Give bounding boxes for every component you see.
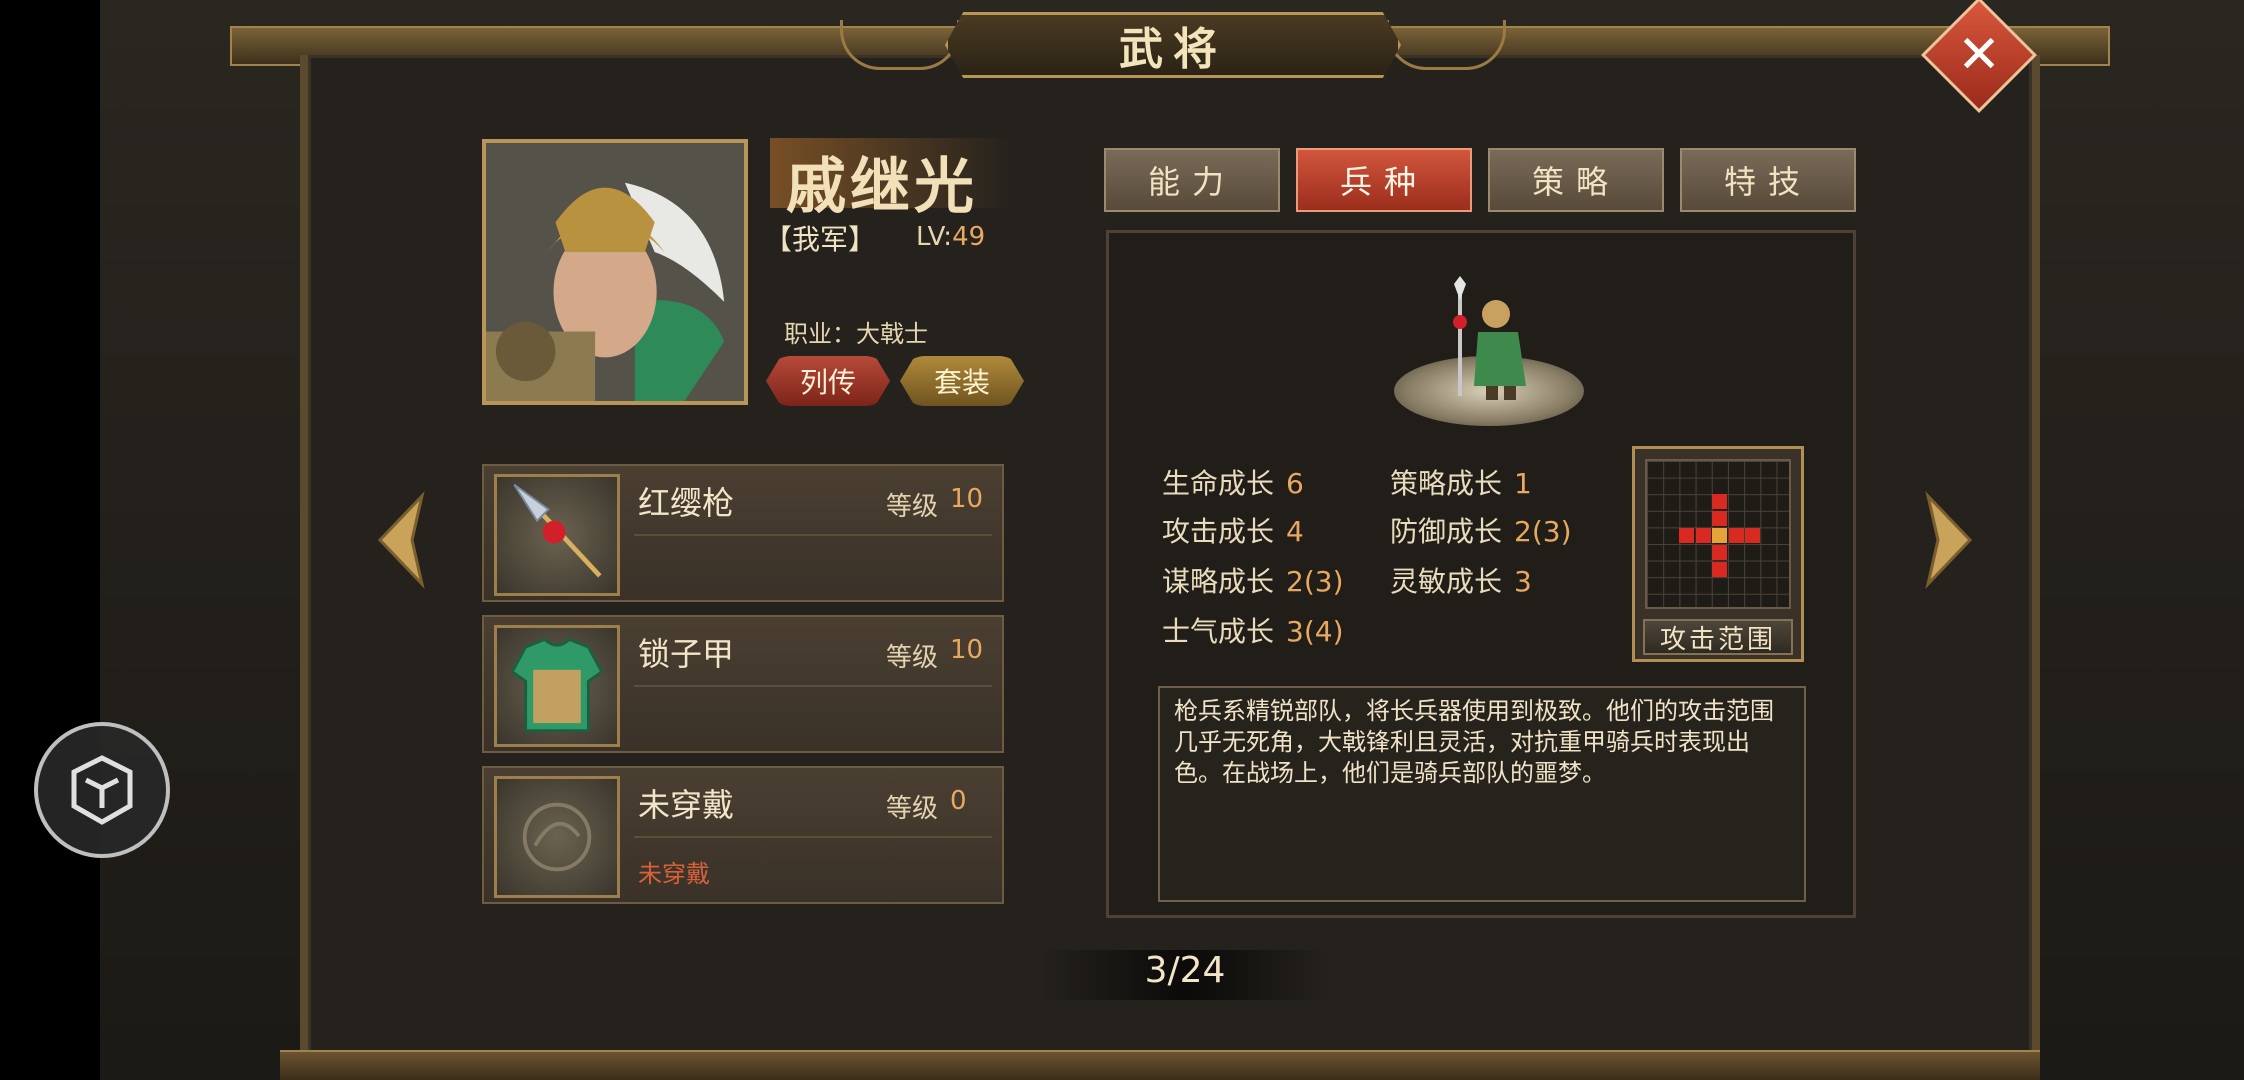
- tab-ability[interactable]: 能力: [1104, 148, 1280, 212]
- stat-value: 3: [1514, 565, 1532, 598]
- range-cell: [1712, 545, 1727, 560]
- stat-value: 6: [1286, 467, 1304, 500]
- stat-intelligence: 谋略成长 2(3): [1162, 560, 1344, 600]
- stat-label: 策略成长: [1390, 467, 1503, 500]
- unit-sprite-icon: [1453, 276, 1526, 400]
- empty-slot-icon: [494, 776, 620, 898]
- level-label: LV:: [916, 222, 953, 252]
- tab-skill[interactable]: 特技: [1680, 148, 1856, 212]
- stat-label: 生命成长: [1162, 467, 1275, 500]
- faction-label: 【我军】: [764, 223, 877, 256]
- hero-portrait: [482, 139, 748, 405]
- stat-agility: 灵敏成长 3: [1390, 560, 1532, 600]
- range-center-cell: [1712, 528, 1727, 543]
- stat-label: 谋略成长: [1162, 565, 1275, 598]
- stat-value: 3(4): [1286, 615, 1344, 648]
- equipment-level-label: 等级: [886, 492, 939, 522]
- range-cell: [1729, 528, 1744, 543]
- level-value: 49: [952, 222, 986, 252]
- next-arrow-icon[interactable]: [1918, 490, 1978, 590]
- equipment-level: 0: [950, 786, 967, 816]
- attack-range-grid: [1645, 459, 1791, 609]
- equipment-name: 锁子甲: [638, 635, 735, 673]
- stat-value: 2(3): [1514, 515, 1572, 548]
- attack-range-label: 攻击范围: [1643, 619, 1793, 655]
- bottom-frame-bar: [280, 1050, 2040, 1080]
- stat-defense: 防御成长 2(3): [1390, 510, 1572, 550]
- right-side-menu: [2024, 0, 2244, 1080]
- title-ornament-right: [1386, 20, 1506, 70]
- equipment-level-label: 等级: [886, 643, 939, 673]
- equipment-level-label: 等级: [886, 794, 939, 824]
- page-indicator: 3/24: [1040, 950, 1330, 1000]
- spear-icon: [494, 474, 620, 596]
- range-cell: [1696, 528, 1711, 543]
- range-cell: [1712, 494, 1727, 509]
- hero-portrait-image: [486, 143, 744, 401]
- range-cell: [1712, 511, 1727, 526]
- equipment-level: 10: [950, 484, 984, 514]
- equipment-name: 红缨枪: [638, 484, 735, 522]
- stat-label: 士气成长: [1162, 615, 1275, 648]
- range-cell: [1745, 528, 1760, 543]
- tab-unit-type[interactable]: 兵种: [1296, 148, 1472, 212]
- side-item-checkin: [120, 420, 290, 570]
- side-item-activity: [120, 580, 290, 730]
- close-icon[interactable]: ✕: [1938, 14, 2020, 96]
- stat-attack: 攻击成长 4: [1162, 510, 1304, 550]
- tab-strategy[interactable]: 策略: [1488, 148, 1664, 212]
- equipment-slot-armor[interactable]: 锁子甲 等级 10: [482, 615, 1004, 753]
- armor-icon: [494, 625, 620, 747]
- hero-level: LV:49: [916, 222, 985, 252]
- stat-hp: 生命成长 6: [1162, 462, 1304, 502]
- stat-morale: 士气成长 3(4): [1162, 610, 1344, 650]
- equipment-note: 未穿戴: [638, 860, 710, 888]
- cube-icon: [71, 755, 133, 825]
- stat-value: 2(3): [1286, 565, 1344, 598]
- hero-name: 戚继光: [786, 152, 978, 222]
- floating-menu-button[interactable]: [34, 722, 170, 858]
- left-side-menu: [100, 0, 310, 1080]
- equipment-level: 10: [950, 635, 984, 665]
- divider: [634, 534, 992, 536]
- previous-arrow-icon[interactable]: [372, 490, 432, 590]
- stat-label: 攻击成长: [1162, 515, 1275, 548]
- hero-job: 职业：大戟士: [784, 320, 928, 348]
- page-title: 武将: [1119, 24, 1227, 75]
- range-cell: [1679, 528, 1694, 543]
- unit-description: 枪兵系精锐部队，将长兵器使用到极致。他们的攻击范围几乎无死角，大戟锋利且灵活，对…: [1158, 686, 1806, 902]
- stat-label: 防御成长: [1390, 515, 1503, 548]
- stat-label: 灵敏成长: [1390, 565, 1503, 598]
- equipment-slot-empty[interactable]: 未穿戴 等级 0 未穿戴: [482, 766, 1004, 904]
- divider: [634, 836, 992, 838]
- side-item-first-recharge: [120, 250, 290, 400]
- stat-value: 4: [1286, 515, 1304, 548]
- title-plate: 武将: [945, 12, 1401, 78]
- stat-strategy: 策略成长 1: [1390, 462, 1532, 502]
- range-cell: [1712, 562, 1727, 577]
- biography-button[interactable]: 列传: [766, 356, 890, 406]
- equipment-slot-weapon[interactable]: 红缨枪 等级 10: [482, 464, 1004, 602]
- set-button[interactable]: 套装: [900, 356, 1024, 406]
- divider: [634, 685, 992, 687]
- equipment-name: 未穿戴: [638, 786, 735, 824]
- attack-range-box[interactable]: 攻击范围: [1632, 446, 1804, 662]
- title-ornament-left: [840, 20, 960, 70]
- stat-value: 1: [1514, 467, 1532, 500]
